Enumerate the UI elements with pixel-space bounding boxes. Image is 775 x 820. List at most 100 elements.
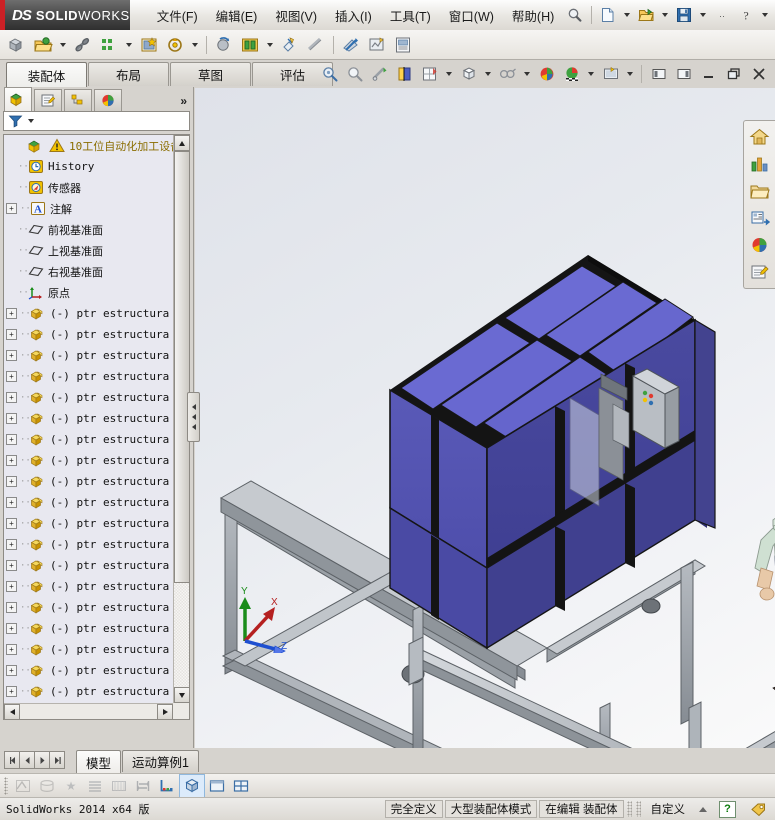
expand-plus-icon[interactable]: + [6,518,17,529]
display-style-icon[interactable] [456,62,481,86]
feature-tree-item[interactable]: +·· (-) ptr estructura rio_ [4,534,173,555]
print-icon[interactable]: ·· [710,3,734,27]
appearances-icon[interactable] [746,232,773,258]
four-view-icon[interactable] [229,775,253,797]
tab-motion-study[interactable]: 运动算例1 [122,750,199,772]
previous-window-icon[interactable] [646,62,671,86]
feature-tree-item[interactable]: +·· (-) ptr estructura rio_ [4,555,173,576]
feature-tree-item[interactable]: +·· (-) ptr estructura rio_ [4,639,173,660]
zoom-area-icon[interactable] [342,62,367,86]
expand-panel-chevron-icon[interactable]: » [180,94,187,108]
animation-wizard-icon[interactable]: ★ [59,775,83,797]
minimize-document-icon[interactable] [696,62,721,86]
flip-direction-icon[interactable] [131,775,155,797]
feature-tree-item[interactable]: +·· (-) ptr estructura rio_ [4,324,173,345]
next-window-icon[interactable] [671,62,696,86]
tab-layout[interactable]: 布局 [88,62,169,86]
status-customize[interactable]: 自定义 [643,800,694,818]
filter-dropdown-icon[interactable] [28,119,34,123]
feature-tree-item[interactable]: +·· (-) ptr estructura rio_ [4,450,173,471]
feature-tree-item[interactable]: ·· 上视基准面 [4,240,173,261]
section-properties-icon[interactable] [338,32,364,58]
expand-plus-icon[interactable]: + [6,329,17,340]
last-tab-button[interactable] [49,751,65,769]
first-tab-button[interactable] [4,751,20,769]
feature-tree-filter[interactable] [3,111,190,131]
appearance-icon[interactable] [534,62,559,86]
feature-tree-item[interactable]: +·· (-) ptr estructura rio_ [4,492,173,513]
tab-assembly[interactable]: 装配体 [6,62,87,88]
timeline-grid-icon[interactable] [107,775,131,797]
exploded-view-icon[interactable] [237,32,263,58]
feature-tree-item[interactable]: +·· (-) ptr estructura rio_ [4,408,173,429]
feature-tree-item[interactable]: + ·· A 注解 [4,198,173,219]
scroll-down-button[interactable] [174,687,189,703]
exploded-dropdown-icon[interactable] [267,42,273,47]
expand-plus-icon[interactable]: + [6,686,17,697]
display-manager-tab[interactable] [94,89,122,111]
tab-sketch[interactable]: 草图 [170,62,251,86]
expand-plus-icon[interactable]: + [6,560,17,571]
tag-icon[interactable] [750,802,767,817]
menu-insert[interactable]: 插入(I) [326,2,381,29]
design-library-icon[interactable] [746,151,773,177]
view-settings-icon[interactable] [598,62,623,86]
smart-fasteners-icon[interactable] [136,32,162,58]
linear-pattern-icon[interactable] [96,32,122,58]
configuration-manager-tab[interactable] [64,89,92,111]
custom-properties-icon[interactable] [746,259,773,285]
expand-plus-icon[interactable]: + [6,203,17,214]
display-style-dropdown-icon[interactable] [485,72,491,76]
expand-plus-icon[interactable]: + [6,413,17,424]
insert-components-icon[interactable] [4,32,30,58]
open-assembly-icon[interactable] [30,32,56,58]
expand-plus-icon[interactable]: + [6,602,17,613]
feature-tree-item[interactable]: +·· (-) ptr estructura rio_ [4,345,173,366]
feature-tree-item[interactable]: +·· (-) ptr estructura rio_ [4,366,173,387]
move-component-icon[interactable] [162,32,188,58]
feature-tree-item[interactable]: +·· (-) ptr estructura rio_ [4,513,173,534]
expand-plus-icon[interactable]: + [6,539,17,550]
playback-mode-icon[interactable] [35,775,59,797]
interference-detect-icon[interactable] [277,32,303,58]
status-large-assembly-mode[interactable]: 大型装配体模式 [444,800,538,818]
feature-tree-item[interactable]: ·· History [4,156,173,177]
feature-tree-item[interactable]: ·· 传感器 [4,177,173,198]
feature-tree-root-item[interactable]: 10工位自动化加工设备 [4,135,173,156]
expand-plus-icon[interactable]: + [6,434,17,445]
feature-tree-item[interactable]: +·· (-) ptr estructura rio_ [4,387,173,408]
home-icon[interactable] [746,124,773,150]
zoom-to-fit-icon[interactable] [317,62,342,86]
toolbar-grip[interactable] [4,776,8,795]
expand-plus-icon[interactable]: + [6,308,17,319]
new-document-icon[interactable] [596,3,620,27]
help-icon[interactable]: ? [734,3,758,27]
help-indicator-icon[interactable]: ? [719,800,736,818]
tab-model[interactable]: 模型 [76,750,122,774]
feature-tree-item[interactable]: ·· 原点 [4,282,173,303]
feature-tree-tab[interactable] [4,87,32,111]
scroll-up-button[interactable] [174,135,189,151]
expand-plus-icon[interactable]: + [6,665,17,676]
search-icon[interactable] [563,3,587,27]
calculate-icon[interactable] [11,775,35,797]
expand-plus-icon[interactable]: + [6,455,17,466]
scroll-left-button[interactable] [4,704,20,719]
section-view-icon[interactable] [392,62,417,86]
expand-plus-icon[interactable]: + [6,371,17,382]
move-dropdown-icon[interactable] [192,42,198,47]
view-orientation-icon[interactable] [417,62,442,86]
feature-tree[interactable]: 10工位自动化加工设备 ·· History ·· 传感器 + ·· A 注解 ·· 前视基准面 ··… [4,135,173,703]
hide-show-items-icon[interactable] [495,62,520,86]
close-document-icon[interactable] [746,62,771,86]
file-explorer-icon[interactable] [746,178,773,204]
new-document-dropdown-icon[interactable] [624,13,631,17]
feature-tree-item[interactable]: +·· (-) ptr estructura rio_ [4,618,173,639]
feature-tree-item[interactable]: ·· 前视基准面 [4,219,173,240]
feature-tree-item[interactable]: +·· (-) ptr estructura rio_ [4,597,173,618]
view-settings-dropdown-icon[interactable] [627,72,633,76]
mate-icon[interactable] [70,32,96,58]
graphics-viewport[interactable]: Y X Z [195,88,775,748]
menu-window[interactable]: 窗口(W) [440,2,503,29]
feature-tree-item[interactable]: ·· 右视基准面 [4,261,173,282]
